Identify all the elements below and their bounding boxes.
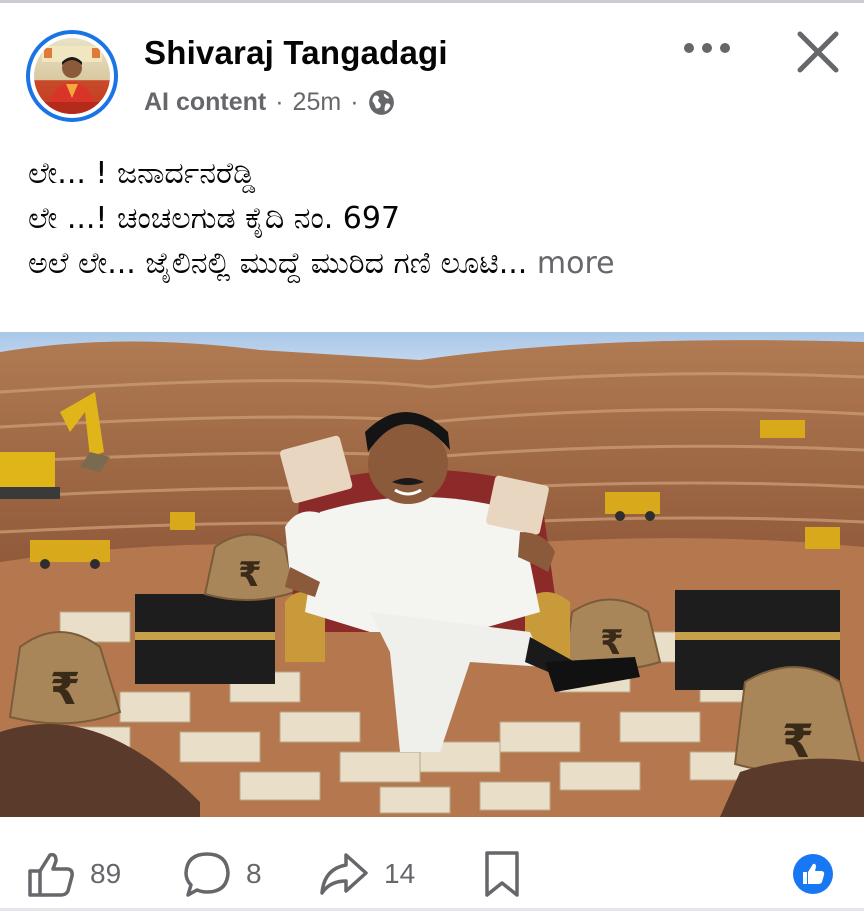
comment-button[interactable]: 8 bbox=[182, 849, 262, 899]
share-count: 14 bbox=[384, 858, 416, 889]
share-button[interactable]: 14 bbox=[318, 849, 415, 899]
ai-content-label[interactable]: AI content bbox=[144, 88, 266, 117]
post-action-bar: 89 8 14 bbox=[0, 837, 864, 911]
close-icon bbox=[797, 31, 839, 73]
post-text: ಲೇ... ! ಜನಾರ್ದನರೆಡ್ಡಿ ಲೇ ...! ಚಂಚಲಗುಡ ಕೈ… bbox=[28, 151, 848, 286]
rupee-bag-symbol: ₹ bbox=[600, 623, 624, 663]
top-divider bbox=[0, 0, 864, 3]
post-text-line: ಲೇ ...! ಚಂಚಲಗುಡ ಕೈದಿ ನಂ. 697 bbox=[28, 201, 401, 236]
more-options-button[interactable] bbox=[682, 30, 732, 66]
post-time[interactable]: 25m bbox=[293, 88, 342, 117]
rupee-bag-symbol: ₹ bbox=[50, 664, 81, 715]
comment-icon bbox=[184, 852, 230, 897]
author-name[interactable]: Shivaraj Tangadagi bbox=[144, 34, 448, 72]
meta-separator: · bbox=[350, 88, 359, 116]
comment-count: 8 bbox=[246, 858, 262, 889]
suitcase-left bbox=[135, 594, 275, 684]
save-button[interactable] bbox=[482, 849, 522, 899]
share-icon bbox=[320, 853, 368, 895]
like-count: 89 bbox=[90, 858, 122, 889]
post-text-line: ಅಲೆ ಲೇ... ಜೈಲಿನಲ್ಲಿ ಮುದ್ದೆ ಮುರಿದ ಗಣಿ ಲೂಟ… bbox=[28, 241, 848, 286]
thumbs-up-icon bbox=[28, 852, 74, 897]
meta-separator: · bbox=[275, 88, 284, 116]
bookmark-icon bbox=[485, 851, 519, 897]
like-reaction-badge[interactable] bbox=[792, 853, 834, 895]
globe-icon bbox=[368, 89, 395, 116]
avatar-photo bbox=[34, 38, 110, 114]
post-text-line-content: ಅಲೆ ಲೇ... ಜೈಲಿನಲ್ಲಿ ಮುದ್ದೆ ಮುರಿದ ಗಣಿ ಲೂಟ… bbox=[28, 246, 528, 281]
post-meta: AI content · 25m · bbox=[144, 88, 395, 117]
see-more-link[interactable]: more bbox=[537, 246, 615, 281]
like-button[interactable]: 89 bbox=[26, 849, 121, 899]
rupee-bag-symbol: ₹ bbox=[238, 555, 262, 595]
post-text-line: ಲೇ... ! ಜನಾರ್ದನರೆಡ್ಡಿ bbox=[28, 156, 256, 191]
like-reaction-icon bbox=[793, 854, 833, 894]
close-post-button[interactable] bbox=[792, 26, 844, 78]
post-image[interactable]: ₹ ₹ ₹ ₹ bbox=[0, 332, 864, 817]
more-horizontal-icon bbox=[684, 43, 730, 53]
author-avatar[interactable] bbox=[26, 30, 118, 122]
